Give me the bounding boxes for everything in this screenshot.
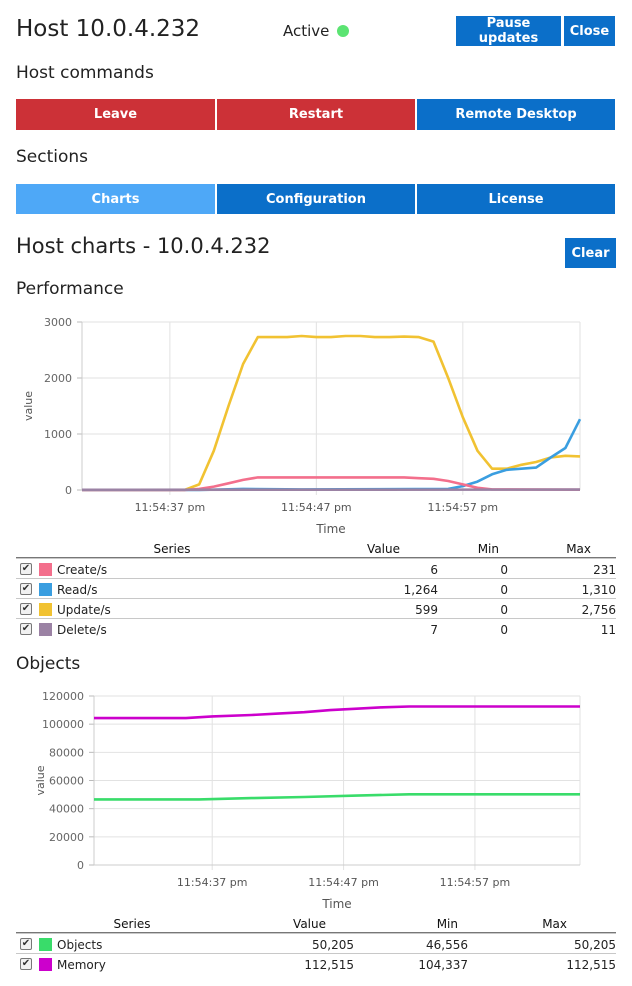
series-name: Read/s	[57, 583, 98, 597]
table-header-max: Max	[566, 542, 591, 556]
objects-heading: Objects	[16, 654, 81, 674]
series-max: 2,756	[581, 603, 616, 617]
series-min: 46,556	[426, 938, 468, 952]
series-checkbox[interactable]: ✔	[20, 583, 32, 595]
table-header-series: Series	[153, 542, 191, 556]
x-tick-label: 11:54:57 pm	[440, 876, 511, 889]
series-checkbox[interactable]: ✔	[20, 563, 32, 575]
status-label: Active	[283, 22, 330, 40]
series-min: 0	[500, 563, 508, 577]
performance-heading: Performance	[16, 279, 124, 299]
y-tick-label: 120000	[42, 690, 84, 703]
series-name: Create/s	[57, 563, 108, 577]
restart-button[interactable]: Restart	[217, 99, 415, 130]
series-line-read-s	[82, 418, 582, 492]
host-charts-title: Host charts - 10.0.4.232	[16, 234, 271, 258]
sections-heading: Sections	[16, 147, 89, 167]
series-color-swatch	[39, 958, 52, 971]
table-header-series: Series	[113, 917, 151, 931]
series-max: 1,310	[581, 583, 616, 597]
x-tick-label: 11:54:37 pm	[135, 501, 206, 514]
table-row: ✔ Memory 112,515 104,337 112,515	[16, 953, 616, 973]
x-tick-label: 11:54:37 pm	[177, 876, 248, 889]
table-row: ✔ Update/s 599 0 2,756	[16, 598, 616, 618]
y-tick-label: 40000	[49, 803, 84, 816]
y-tick-label: 1000	[44, 428, 72, 441]
series-name: Objects	[57, 938, 103, 952]
series-color-swatch	[39, 623, 52, 636]
host-commands-heading: Host commands	[16, 63, 154, 83]
series-line-update-s	[82, 334, 581, 492]
remote-desktop-button[interactable]: Remote Desktop	[417, 99, 615, 130]
series-line-memory	[94, 705, 580, 720]
series-max: 50,205	[574, 938, 616, 952]
series-checkbox[interactable]: ✔	[20, 623, 32, 635]
series-line-objects	[94, 793, 580, 801]
pause-updates-button[interactable]: Pause updates	[456, 16, 561, 46]
status-indicator: Active	[283, 22, 350, 40]
y-tick-label: 3000	[44, 316, 72, 329]
clear-button[interactable]: Clear	[565, 238, 616, 268]
x-tick-label: 11:54:47 pm	[281, 501, 352, 514]
objects-chart: 0 20000 40000 60000 80000 100000 120000 11:54:3…	[34, 690, 581, 911]
table-row: ✔ Objects 50,205 46,556 50,205	[16, 933, 616, 953]
x-axis-label: Time	[321, 897, 351, 911]
y-axis-label: value	[34, 765, 47, 795]
table-header-max: Max	[542, 917, 567, 931]
host-title: Host 10.0.4.232	[16, 16, 201, 42]
y-tick-label: 0	[65, 484, 72, 497]
series-name: Memory	[57, 958, 106, 972]
close-button[interactable]: Close	[564, 16, 615, 46]
y-tick-label: 100000	[42, 718, 84, 731]
status-dot-icon	[337, 25, 350, 37]
table-row: ✔ Delete/s 7 0 11	[16, 618, 616, 638]
series-min: 0	[500, 603, 508, 617]
series-max: 112,515	[566, 958, 616, 972]
series-checkbox[interactable]: ✔	[20, 603, 32, 615]
series-name: Delete/s	[57, 623, 107, 637]
tab-configuration[interactable]: Configuration	[217, 184, 415, 214]
series-value: 50,205	[312, 938, 354, 952]
y-tick-label: 80000	[49, 746, 84, 759]
series-checkbox[interactable]: ✔	[20, 938, 32, 950]
series-max: 11	[600, 623, 616, 637]
x-axis-label: Time	[315, 522, 345, 536]
table-row: ✔ Read/s 1,264 0 1,310	[16, 578, 616, 598]
series-value: 112,515	[304, 958, 354, 972]
y-tick-label: 2000	[44, 372, 72, 385]
series-color-swatch	[39, 563, 52, 576]
tab-charts[interactable]: Charts	[16, 184, 215, 214]
series-min: 0	[500, 623, 508, 637]
y-axis-label: value	[22, 391, 35, 421]
table-header-value: Value	[293, 917, 326, 931]
y-tick-label: 0	[77, 859, 84, 872]
series-max: 231	[593, 563, 616, 577]
series-name: Update/s	[57, 603, 111, 617]
x-tick-label: 11:54:47 pm	[308, 876, 379, 889]
tab-license[interactable]: License	[417, 184, 615, 214]
x-tick-label: 11:54:57 pm	[428, 501, 499, 514]
y-tick-label: 60000	[49, 775, 84, 788]
y-tick-label: 20000	[49, 831, 84, 844]
series-color-swatch	[39, 603, 52, 616]
leave-button[interactable]: Leave	[16, 99, 215, 130]
series-color-swatch	[39, 938, 52, 951]
table-header-min: Min	[436, 917, 458, 931]
series-min: 0	[500, 583, 508, 597]
series-color-swatch	[39, 583, 52, 596]
performance-chart: 0 1000 2000 3000 11:54:37 pm 11:54:47 pm 11:54…	[22, 316, 582, 536]
series-checkbox[interactable]: ✔	[20, 958, 32, 970]
series-min: 104,337	[418, 958, 468, 972]
table-row: ✔ Create/s 6 0 231	[16, 558, 616, 578]
